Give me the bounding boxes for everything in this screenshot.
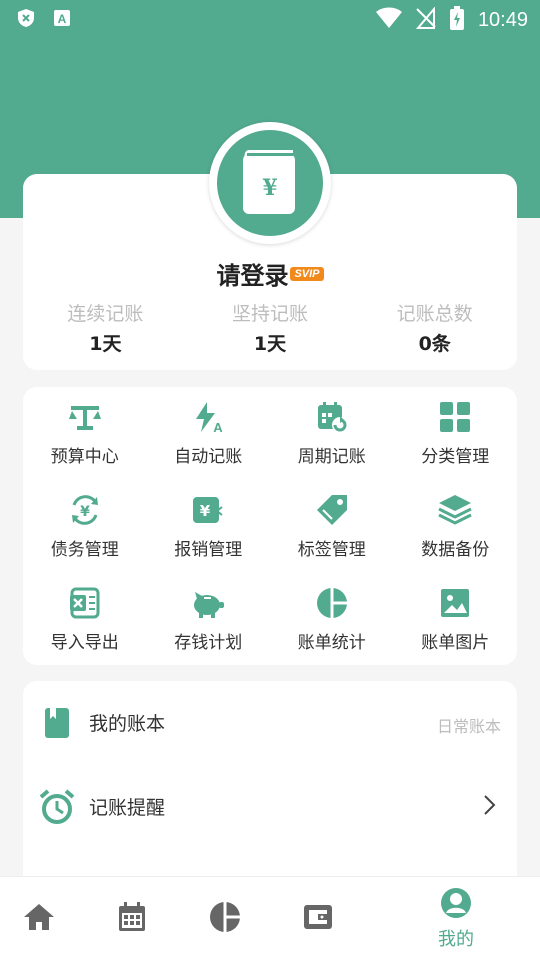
book-icon — [39, 705, 75, 741]
svg-text:¥: ¥ — [200, 502, 211, 520]
chevron-right-icon — [483, 793, 497, 821]
stat-label: 记账总数 — [396, 303, 473, 325]
avatar-circle: ¥ — [217, 130, 323, 236]
clock: 10:49 — [477, 8, 528, 31]
calendar-icon — [117, 901, 147, 937]
reimburse-icon: ¥ — [191, 493, 225, 527]
scale-icon — [68, 400, 102, 434]
feature-label: 周期记账 — [297, 447, 366, 467]
list-item-value: 日常账本 — [436, 717, 501, 736]
feature-statistics[interactable]: 账单统计 — [270, 573, 394, 666]
yen-cycle-icon: ¥ — [68, 493, 102, 527]
feature-label: 存钱计划 — [174, 633, 243, 653]
feature-saving-plan[interactable]: 存钱计划 — [147, 573, 271, 666]
nav-home[interactable] — [0, 877, 84, 960]
stat-label: 连续记账 — [67, 303, 144, 325]
bottom-navigation: 我的 — [0, 876, 540, 960]
wallet-icon — [303, 903, 333, 935]
settings-list: 我的账本 日常账本 记账提醒 — [23, 681, 517, 876]
feature-periodic[interactable]: 周期记账 — [270, 387, 394, 480]
feature-import-export[interactable]: 导入导出 — [23, 573, 147, 666]
feature-grid: 预算中心 A 自动记账 周期记账 分类管理 ¥ 债务管理 ¥ 报销管理 标签管理 — [23, 387, 517, 665]
battery-icon — [449, 6, 464, 34]
wifi-icon — [375, 7, 402, 33]
nav-calendar[interactable] — [87, 877, 177, 960]
list-item-label: 记账提醒 — [89, 797, 166, 819]
nav-profile[interactable]: 我的 — [411, 877, 501, 960]
stat-label: 坚持记账 — [232, 303, 309, 325]
feature-label: 账单统计 — [297, 633, 366, 653]
svg-text:¥: ¥ — [262, 175, 277, 201]
feature-backup[interactable]: 数据备份 — [394, 480, 518, 573]
feature-budget[interactable]: 预算中心 — [23, 387, 147, 480]
shield-icon — [16, 8, 36, 32]
grid-icon — [438, 400, 472, 434]
stat-value: 1天 — [253, 333, 287, 355]
login-label[interactable]: 请登录 — [216, 262, 288, 290]
no-signal-icon — [415, 6, 436, 33]
profile-icon — [440, 887, 472, 923]
feature-label: 标签管理 — [297, 540, 366, 560]
list-item-label: 我的账本 — [89, 713, 166, 735]
ledger-book-icon: ¥ — [243, 150, 295, 214]
stats-row: 连续记账 1天 坚持记账 1天 记账总数 0条 — [23, 300, 517, 358]
feature-debt[interactable]: ¥ 债务管理 — [23, 480, 147, 573]
feature-auto-record[interactable]: A 自动记账 — [147, 387, 271, 480]
feature-label: 导入导出 — [50, 633, 119, 653]
feature-label: 债务管理 — [50, 540, 119, 560]
auto-bolt-icon: A — [191, 400, 225, 434]
svg-text:A: A — [214, 420, 224, 434]
feature-label: 账单图片 — [421, 633, 490, 653]
piggy-bank-icon — [191, 586, 225, 620]
login-row[interactable]: 请登录 SVIP — [0, 256, 540, 291]
stat-persist: 坚持记账 1天 — [188, 300, 353, 358]
tag-icon — [315, 493, 349, 527]
feature-bill-images[interactable]: 账单图片 — [394, 573, 518, 666]
pie-chart-icon — [315, 586, 349, 620]
home-icon — [23, 902, 55, 936]
feature-label: 预算中心 — [50, 447, 119, 467]
avatar[interactable]: ¥ — [209, 122, 331, 244]
nav-wallet[interactable] — [273, 877, 363, 960]
stat-consecutive: 连续记账 1天 — [23, 300, 188, 358]
stat-value: 0条 — [418, 333, 451, 355]
nav-profile-label: 我的 — [438, 929, 474, 950]
feature-label: 自动记账 — [174, 447, 243, 467]
alarm-clock-icon — [39, 789, 75, 825]
feature-category[interactable]: 分类管理 — [394, 387, 518, 480]
list-item-reminder[interactable]: 记账提醒 — [23, 777, 517, 837]
calendar-refresh-icon — [315, 400, 349, 434]
svip-badge: SVIP — [290, 266, 324, 281]
stat-total: 记账总数 0条 — [352, 300, 517, 358]
list-item-my-book[interactable]: 我的账本 日常账本 — [23, 693, 517, 753]
nav-statistics[interactable] — [180, 877, 270, 960]
excel-icon — [68, 586, 102, 620]
keyboard-a-icon: A — [52, 8, 72, 32]
status-bar: A 10:49 — [0, 0, 540, 36]
image-icon — [438, 586, 472, 620]
feature-reimburse[interactable]: ¥ 报销管理 — [147, 480, 271, 573]
svg-text:A: A — [58, 12, 67, 26]
feature-label: 分类管理 — [421, 447, 490, 467]
svg-text:¥: ¥ — [80, 504, 90, 520]
pie-chart-icon — [209, 901, 241, 937]
stat-value: 1天 — [89, 333, 122, 355]
feature-label: 数据备份 — [421, 540, 490, 560]
feature-label: 报销管理 — [174, 540, 243, 560]
feature-tags[interactable]: 标签管理 — [270, 480, 394, 573]
layers-icon — [438, 493, 472, 527]
